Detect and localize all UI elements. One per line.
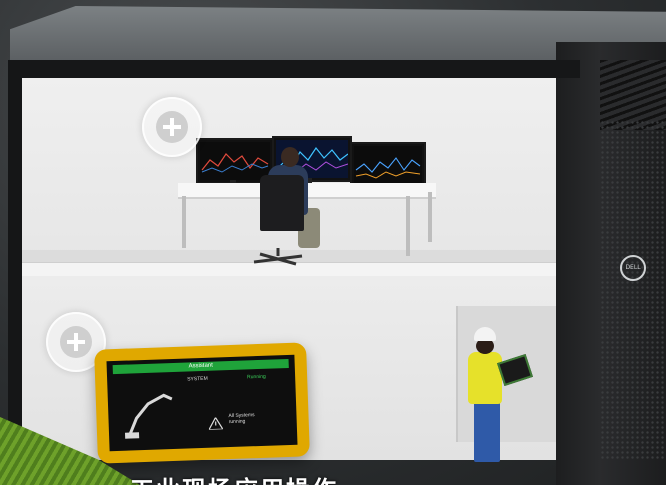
operator-head bbox=[281, 147, 299, 167]
tablet-status: Running bbox=[247, 373, 266, 381]
dell-workstation-scene: DELL Assistant SYSTEM Running All System… bbox=[0, 0, 666, 485]
tablet-title: SYSTEM bbox=[187, 375, 208, 383]
case-top-trim bbox=[20, 60, 580, 78]
desk-leg bbox=[428, 192, 432, 242]
robot-arm-icon bbox=[124, 393, 173, 439]
tablet-screen: Assistant SYSTEM Running All Systems run… bbox=[106, 354, 298, 452]
desk-leg bbox=[182, 196, 186, 248]
case-left-edge bbox=[8, 60, 22, 460]
chair-base bbox=[253, 248, 303, 266]
chart-screen-left bbox=[200, 142, 270, 180]
plus-icon bbox=[156, 111, 188, 143]
office-chair bbox=[260, 175, 304, 231]
chart-screen-right bbox=[354, 146, 422, 184]
monitor-right bbox=[350, 142, 426, 188]
rugged-tablet: Assistant SYSTEM Running All Systems run… bbox=[94, 342, 310, 464]
worker-vest bbox=[468, 352, 502, 404]
tablet-header: Assistant bbox=[112, 358, 289, 375]
tablet-alert: All Systems running bbox=[228, 412, 255, 426]
warning-icon bbox=[208, 417, 223, 430]
desk-leg bbox=[406, 196, 410, 256]
plus-icon bbox=[60, 326, 92, 358]
dell-logo-icon: DELL bbox=[620, 255, 646, 281]
video-caption: 工业现场应用操作... bbox=[130, 470, 371, 485]
worker-legs bbox=[474, 402, 500, 462]
upper-hotspot-button[interactable] bbox=[142, 97, 202, 157]
vent-grille bbox=[600, 120, 666, 460]
